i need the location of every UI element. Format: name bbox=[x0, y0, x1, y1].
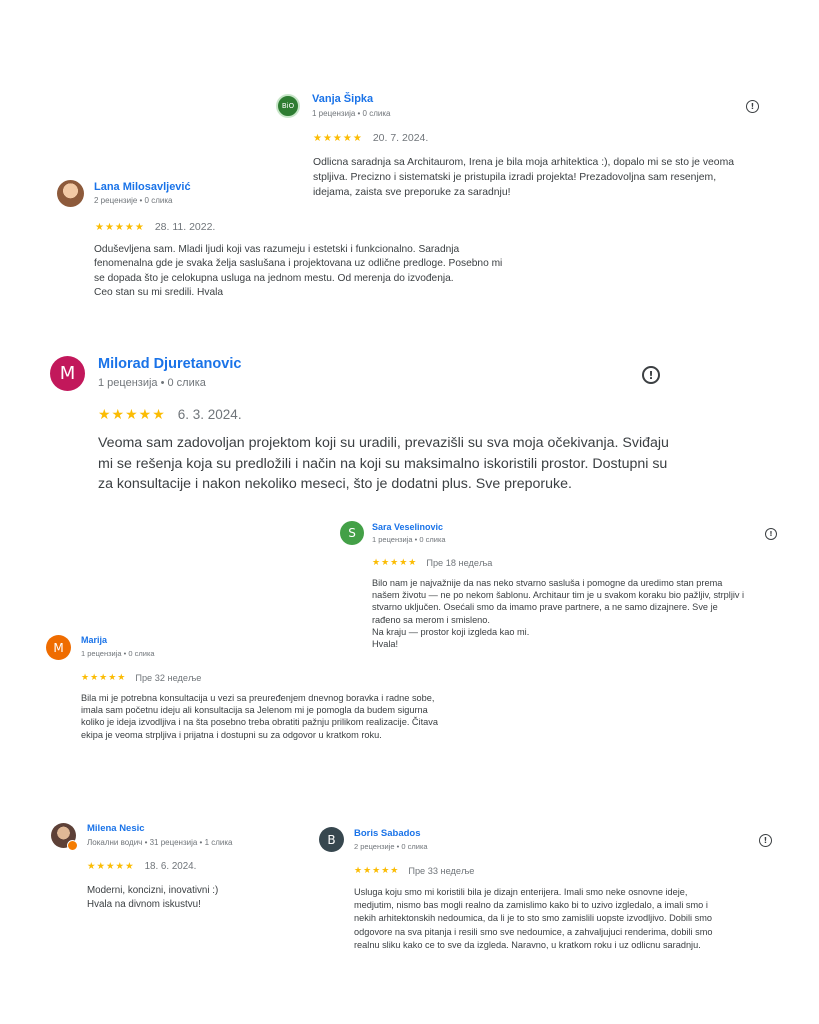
reviewer-name[interactable]: Sara Veselinovic bbox=[372, 522, 443, 532]
review-date: Пре 32 недеље bbox=[135, 672, 202, 683]
rating-row: ★★★★★ Пре 32 недеље bbox=[81, 672, 201, 683]
reviewer-meta: 1 рецензија • 0 слика bbox=[312, 109, 391, 118]
star-rating-icon: ★★★★★ bbox=[354, 865, 400, 875]
rating-row: ★★★★★ 18. 6. 2024. bbox=[87, 861, 196, 872]
review-text: Moderni, koncizni, inovativni :) Hvala n… bbox=[87, 885, 219, 910]
reviewer-name[interactable]: Lana Milosavljević bbox=[94, 181, 191, 193]
avatar[interactable]: B bbox=[319, 827, 344, 852]
avatar[interactable]: M bbox=[50, 356, 85, 391]
report-exclamation-icon[interactable]: ! bbox=[746, 100, 759, 113]
rating-row: ★★★★★ 20. 7. 2024. bbox=[313, 132, 428, 144]
reviewer-meta: 1 рецензија • 0 слика bbox=[98, 377, 206, 389]
avatar[interactable]: BiO bbox=[276, 94, 300, 118]
review-text: Bila mi je potrebna konsultacija u vezi … bbox=[81, 693, 438, 740]
reviewer-meta: Локални водич • 31 рецензија • 1 слика bbox=[87, 838, 233, 847]
rating-row: ★★★★★ Пре 18 недеља bbox=[372, 557, 492, 568]
star-rating-icon: ★★★★★ bbox=[313, 132, 363, 144]
avatar[interactable]: S bbox=[340, 521, 364, 545]
reviewer-name[interactable]: Boris Sabados bbox=[354, 828, 421, 839]
review-text: Usluga koju smo mi koristili bila je diz… bbox=[354, 887, 713, 950]
reviewer-meta: 2 рецензије • 0 слика bbox=[354, 842, 428, 851]
star-rating-icon: ★★★★★ bbox=[87, 861, 135, 872]
review-date: Пре 33 недеље bbox=[408, 865, 475, 876]
rating-row: ★★★★★ 6. 3. 2024. bbox=[98, 406, 242, 423]
avatar-photo[interactable] bbox=[57, 180, 84, 207]
reviewer-meta: 1 рецензија • 0 слика bbox=[372, 535, 446, 544]
star-rating-icon: ★★★★★ bbox=[372, 557, 418, 567]
star-rating-icon: ★★★★★ bbox=[95, 221, 145, 233]
review-text: Oduševljena sam. Mladi ljudi koji vas ra… bbox=[94, 244, 503, 298]
reviewer-meta: 2 рецензије • 0 слика bbox=[94, 196, 173, 205]
review-text: Veoma sam zadovoljan projektom koji su u… bbox=[98, 435, 669, 492]
reviewer-name[interactable]: Marija bbox=[81, 635, 107, 645]
reviewer-name[interactable]: Milena Nesic bbox=[87, 823, 145, 834]
star-rating-icon: ★★★★★ bbox=[81, 672, 127, 682]
review-date: Пре 18 недеља bbox=[426, 557, 493, 568]
rating-row: ★★★★★ 28. 11. 2022. bbox=[95, 221, 215, 233]
review-text: Bilo nam je najvažnije da nas neko stvar… bbox=[372, 578, 745, 650]
review-date: 6. 3. 2024. bbox=[177, 407, 242, 422]
rating-row: ★★★★★ Пре 33 недеље bbox=[354, 865, 474, 876]
report-exclamation-icon[interactable]: ! bbox=[642, 366, 660, 384]
reviewer-name[interactable]: Milorad Djuretanovic bbox=[98, 356, 241, 372]
review-text: Odlicna saradnja sa Architaurom, Irena j… bbox=[313, 157, 735, 198]
review-date: 28. 11. 2022. bbox=[154, 221, 216, 233]
report-exclamation-icon[interactable]: ! bbox=[759, 834, 772, 847]
star-rating-icon: ★★★★★ bbox=[98, 406, 166, 422]
reviewer-name[interactable]: Vanja Šipka bbox=[312, 93, 373, 105]
reviewer-meta: 1 рецензија • 0 слика bbox=[81, 649, 155, 658]
review-date: 18. 6. 2024. bbox=[144, 861, 197, 872]
local-guide-badge-icon bbox=[67, 840, 78, 851]
report-exclamation-icon[interactable]: ! bbox=[765, 528, 777, 540]
review-date: 20. 7. 2024. bbox=[372, 132, 429, 144]
avatar[interactable]: M bbox=[46, 635, 71, 660]
